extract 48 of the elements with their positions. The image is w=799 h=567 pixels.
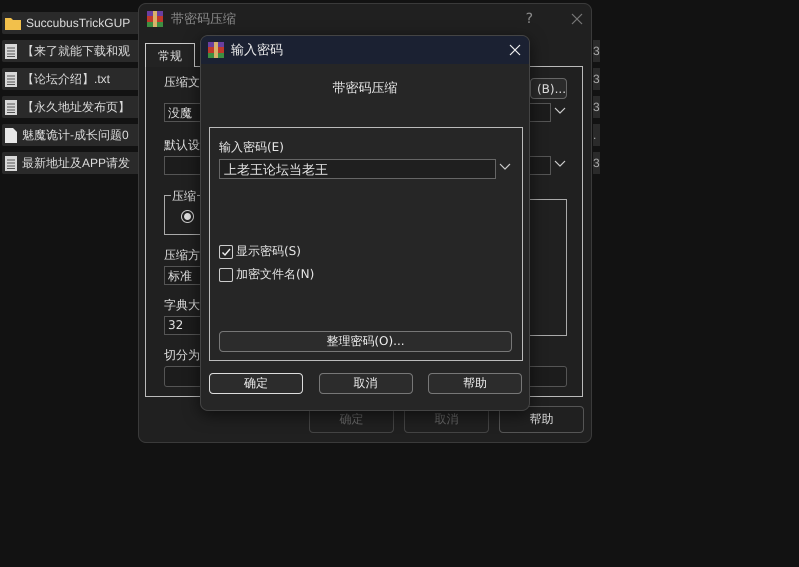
- dialog-button[interactable]: 帮助: [428, 373, 522, 394]
- dialog-button[interactable]: 确定: [209, 373, 303, 394]
- field-label: 压缩方: [164, 248, 200, 262]
- window-title: 输入密码: [231, 42, 284, 59]
- file-size: 3: [593, 40, 600, 62]
- field-label: 输入密码(E): [219, 139, 285, 156]
- field-label: 默认设: [164, 138, 200, 152]
- books-icon: [147, 11, 163, 27]
- file-name: SuccubusTrickGUP: [26, 16, 130, 30]
- file-name: 魅魔诡计-成长问题0: [22, 126, 129, 144]
- dialog-button[interactable]: 帮助: [499, 406, 584, 433]
- field-label: 切分为: [164, 348, 200, 362]
- file-size: 3: [593, 96, 600, 118]
- field-label: 字典大: [164, 298, 200, 312]
- organize-button[interactable]: 整理密码(O)...: [219, 331, 512, 352]
- document-icon: [5, 128, 17, 142]
- password-field[interactable]: 上老王论坛当老王: [219, 159, 496, 179]
- checkbox-label: 加密文件名(N): [236, 266, 314, 283]
- field-label: 压缩文: [164, 75, 200, 89]
- dialog-button[interactable]: 取消: [318, 373, 412, 394]
- file-row[interactable]: SuccubusTrickGUP: [2, 12, 138, 34]
- file-name: 【来了就能下载和观: [22, 42, 130, 60]
- file-row[interactable]: 魅魔诡计-成长问题0: [2, 124, 138, 146]
- tab[interactable]: 常规: [145, 43, 195, 67]
- document-icon: [5, 100, 17, 114]
- file-name: 【论坛介绍】.txt: [22, 70, 110, 88]
- file-row[interactable]: 最新地址及APP请发: [2, 152, 138, 174]
- checkbox[interactable]: [219, 244, 233, 258]
- file-row[interactable]: 【来了就能下载和观: [2, 40, 138, 62]
- document-icon: [5, 72, 17, 86]
- dialog-heading: 带密码压缩: [332, 80, 398, 95]
- document-icon: [5, 156, 17, 170]
- books-icon: [208, 42, 224, 58]
- browse-button[interactable]: (B)...: [530, 78, 567, 99]
- file-size: 3: [593, 152, 600, 174]
- folder-icon: [5, 16, 21, 30]
- file-size: .: [593, 124, 600, 146]
- file-row[interactable]: 【永久地址发布页】: [2, 96, 138, 118]
- file-size: 3: [593, 68, 600, 90]
- document-icon: [5, 44, 17, 58]
- file-row[interactable]: 【论坛介绍】.txt: [2, 68, 138, 90]
- help-mark[interactable]: ?: [526, 11, 533, 27]
- file-name: 最新地址及APP请发: [22, 154, 130, 172]
- radio-button[interactable]: [181, 210, 194, 223]
- checkbox[interactable]: [219, 268, 233, 282]
- checkbox-label: 显示密码(S): [236, 243, 301, 260]
- window-title: 带密码压缩: [171, 11, 237, 28]
- file-name: 【永久地址发布页】: [22, 98, 130, 116]
